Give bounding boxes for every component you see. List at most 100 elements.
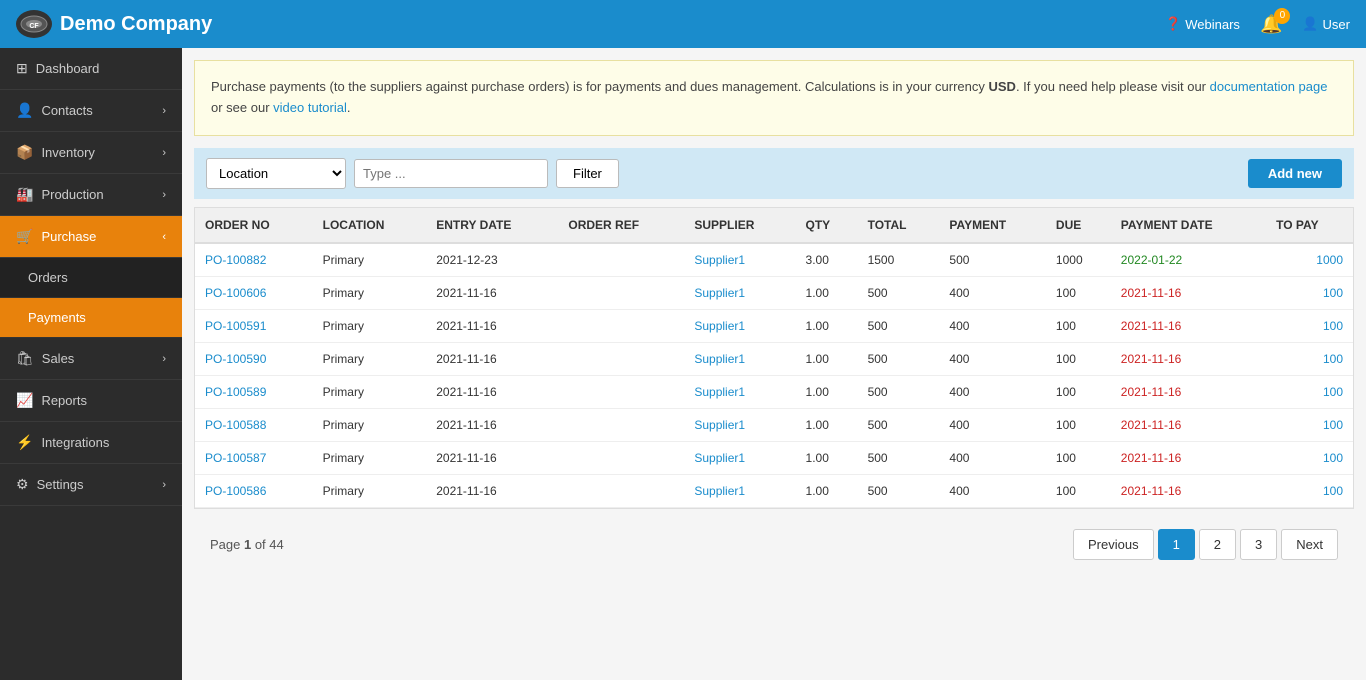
chevron-right-icon: › — [162, 189, 166, 201]
cell-supplier: Supplier1 — [684, 408, 795, 441]
sidebar: ⊞ Dashboard 👤 Contacts › 📦 Inventory › 🏭… — [0, 48, 182, 680]
previous-button[interactable]: Previous — [1073, 529, 1154, 560]
col-to-pay: TO PAY — [1266, 208, 1353, 243]
cell-supplier: Supplier1 — [684, 441, 795, 474]
chevron-right-icon: › — [162, 353, 166, 365]
main-layout: ⊞ Dashboard 👤 Contacts › 📦 Inventory › 🏭… — [0, 48, 1366, 680]
order-link[interactable]: PO-100590 — [205, 352, 266, 366]
order-link[interactable]: PO-100606 — [205, 286, 266, 300]
table-header-row: ORDER NO LOCATION ENTRY DATE ORDER REF S… — [195, 208, 1353, 243]
sidebar-item-reports[interactable]: 📈 Reports — [0, 380, 182, 422]
col-order-no: ORDER NO — [195, 208, 313, 243]
payments-table-container: ORDER NO LOCATION ENTRY DATE ORDER REF S… — [194, 207, 1354, 509]
cell-total: 500 — [858, 276, 940, 309]
cell-qty: 1.00 — [796, 408, 858, 441]
order-link[interactable]: PO-100882 — [205, 253, 266, 267]
supplier-link[interactable]: Supplier1 — [694, 319, 745, 333]
filter-bar: Location Primary Secondary Filter Add ne… — [194, 148, 1354, 199]
cell-total: 500 — [858, 309, 940, 342]
sidebar-item-integrations[interactable]: ⚡ Integrations — [0, 422, 182, 464]
sidebar-item-purchase[interactable]: 🛒 Purchase ‹ — [0, 216, 182, 258]
order-link[interactable]: PO-100589 — [205, 385, 266, 399]
cell-to-pay: 100 — [1266, 375, 1353, 408]
page-3-button[interactable]: 3 — [1240, 529, 1277, 560]
cell-supplier: Supplier1 — [684, 309, 795, 342]
purchase-submenu: Orders Payments — [0, 258, 182, 338]
sales-icon: 🛍 — [16, 350, 34, 367]
supplier-link[interactable]: Supplier1 — [694, 484, 745, 498]
sidebar-item-contacts[interactable]: 👤 Contacts › — [0, 90, 182, 132]
type-filter-input[interactable] — [354, 159, 548, 188]
cell-order-ref — [558, 276, 684, 309]
cell-location: Primary — [313, 474, 427, 507]
cell-location: Primary — [313, 408, 427, 441]
page-1-button[interactable]: 1 — [1158, 529, 1195, 560]
sidebar-item-settings[interactable]: ⚙ Settings › — [0, 464, 182, 506]
sidebar-item-production[interactable]: 🏭 Production › — [0, 174, 182, 216]
cell-payment-date: 2021-11-16 — [1111, 474, 1266, 507]
next-button[interactable]: Next — [1281, 529, 1338, 560]
cell-entry-date: 2021-12-23 — [426, 243, 558, 277]
cell-to-pay: 100 — [1266, 441, 1353, 474]
cell-payment: 400 — [939, 276, 1046, 309]
location-filter[interactable]: Location Primary Secondary — [206, 158, 346, 189]
add-new-button[interactable]: Add new — [1248, 159, 1342, 188]
supplier-link[interactable]: Supplier1 — [694, 451, 745, 465]
page-2-button[interactable]: 2 — [1199, 529, 1236, 560]
cell-qty: 1.00 — [796, 474, 858, 507]
integrations-icon: ⚡ — [16, 434, 33, 451]
cell-order-ref — [558, 243, 684, 277]
supplier-link[interactable]: Supplier1 — [694, 385, 745, 399]
cell-entry-date: 2021-11-16 — [426, 309, 558, 342]
cell-due: 100 — [1046, 474, 1111, 507]
question-icon: ❓ — [1165, 16, 1181, 32]
cell-order-no: PO-100586 — [195, 474, 313, 507]
supplier-link[interactable]: Supplier1 — [694, 418, 745, 432]
cell-location: Primary — [313, 276, 427, 309]
order-link[interactable]: PO-100586 — [205, 484, 266, 498]
cell-location: Primary — [313, 375, 427, 408]
sidebar-item-dashboard[interactable]: ⊞ Dashboard — [0, 48, 182, 90]
cell-total: 500 — [858, 441, 940, 474]
order-link[interactable]: PO-100591 — [205, 319, 266, 333]
reports-icon: 📈 — [16, 392, 33, 409]
cell-order-no: PO-100591 — [195, 309, 313, 342]
cell-payment: 400 — [939, 309, 1046, 342]
cell-supplier: Supplier1 — [684, 375, 795, 408]
cell-total: 500 — [858, 342, 940, 375]
cell-total: 1500 — [858, 243, 940, 277]
pagination-bar: Page 1 of 44 Previous 1 2 3 Next — [194, 517, 1354, 572]
cell-to-pay: 100 — [1266, 276, 1353, 309]
sidebar-item-inventory[interactable]: 📦 Inventory › — [0, 132, 182, 174]
table-row: PO-100588 Primary 2021-11-16 Supplier1 1… — [195, 408, 1353, 441]
cell-due: 100 — [1046, 342, 1111, 375]
sidebar-item-sales[interactable]: 🛍 Sales › — [0, 338, 182, 380]
user-menu[interactable]: 👤 User — [1302, 16, 1350, 32]
cell-payment-date: 2021-11-16 — [1111, 408, 1266, 441]
order-link[interactable]: PO-100587 — [205, 451, 266, 465]
chevron-right-icon: › — [162, 479, 166, 491]
supplier-link[interactable]: Supplier1 — [694, 286, 745, 300]
cell-qty: 1.00 — [796, 309, 858, 342]
cell-order-no: PO-100606 — [195, 276, 313, 309]
total-pages: 44 — [269, 537, 283, 552]
cell-total: 500 — [858, 474, 940, 507]
sidebar-item-payments[interactable]: Payments — [0, 298, 182, 338]
doc-link[interactable]: documentation page — [1210, 79, 1328, 94]
cell-due: 100 — [1046, 276, 1111, 309]
header-right: ❓ Webinars 🔔 0 👤 User — [1165, 14, 1350, 35]
supplier-link[interactable]: Supplier1 — [694, 253, 745, 267]
video-link[interactable]: video tutorial — [273, 100, 347, 115]
cell-payment: 400 — [939, 441, 1046, 474]
company-name: Demo Company — [60, 13, 212, 36]
table-row: PO-100590 Primary 2021-11-16 Supplier1 1… — [195, 342, 1353, 375]
order-link[interactable]: PO-100588 — [205, 418, 266, 432]
banner-text: Purchase payments (to the suppliers agai… — [211, 79, 1327, 115]
supplier-link[interactable]: Supplier1 — [694, 352, 745, 366]
cell-payment-date: 2021-11-16 — [1111, 441, 1266, 474]
filter-button[interactable]: Filter — [556, 159, 619, 188]
contacts-icon: 👤 — [16, 102, 33, 119]
webinars-link[interactable]: ❓ Webinars — [1165, 16, 1240, 32]
sidebar-item-orders[interactable]: Orders — [0, 258, 182, 298]
notification-bell[interactable]: 🔔 0 — [1260, 14, 1282, 35]
